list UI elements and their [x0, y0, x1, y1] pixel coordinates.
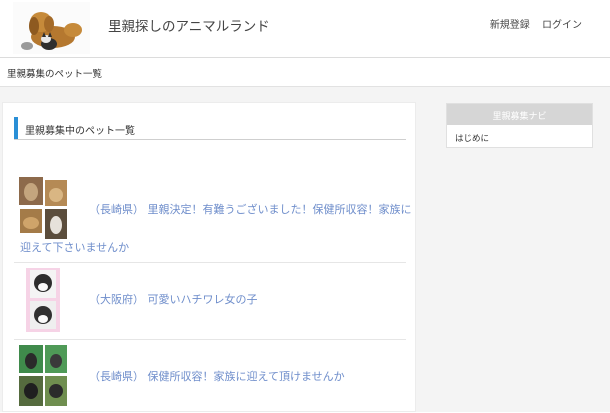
pet-thumbnail[interactable] [26, 268, 60, 336]
pet-thumbnail[interactable] [19, 345, 69, 413]
header-nav: 新規登録 ログイン [481, 16, 582, 31]
divider [14, 262, 406, 263]
section-accent-bar [14, 117, 18, 139]
pet-title-line1[interactable]: （長崎県） 里親決定！有難うございました！保健所収容！家族に [89, 200, 412, 219]
pet-thumbnail[interactable] [19, 177, 69, 245]
pet-title-line2[interactable]: 迎えて下さいませんか [20, 238, 129, 257]
pet-title-line1[interactable]: （大阪府） 可愛いハチワレ女の子 [89, 290, 258, 309]
register-link[interactable]: 新規登録 [490, 20, 530, 31]
section-header: 里親募集中のペット一覧 [14, 117, 406, 140]
sidebar-title: 里親募集ナビ [492, 112, 547, 122]
login-link[interactable]: ログイン [542, 20, 582, 31]
site-logo[interactable] [13, 2, 90, 54]
pet-list-item[interactable]: （大阪府） 可愛いハチワレ女の子 [14, 268, 406, 336]
site-header: 里親探しのアニマルランド 新規登録 ログイン [0, 0, 610, 58]
pet-list-item[interactable]: （長崎県） 里親決定！有難うございました！保健所収容！家族に 迎えて下さいません… [14, 177, 412, 257]
pet-list-panel: 里親募集中のペット一覧 （長崎県） 里親決定！有難うございました！保健所収容！家… [2, 102, 416, 412]
section-title: 里親募集中のペット一覧 [25, 126, 135, 137]
breadcrumb: 里親募集のペット一覧 [0, 58, 610, 87]
divider [14, 339, 406, 340]
site-title[interactable]: 里親探しのアニマルランド [108, 15, 270, 35]
sidebar-header: 里親募集ナビ [447, 104, 592, 125]
sidebar-nav-panel: 里親募集ナビ はじめに [446, 103, 593, 148]
breadcrumb-current: 里親募集のペット一覧 [7, 69, 103, 80]
pet-title-line1[interactable]: （長崎県） 保健所収容！家族に迎えて頂けませんか [89, 367, 345, 386]
pet-list-item[interactable]: （長崎県） 保健所収容！家族に迎えて頂けませんか [14, 345, 406, 413]
sidebar-item-intro[interactable]: はじめに [455, 132, 489, 144]
